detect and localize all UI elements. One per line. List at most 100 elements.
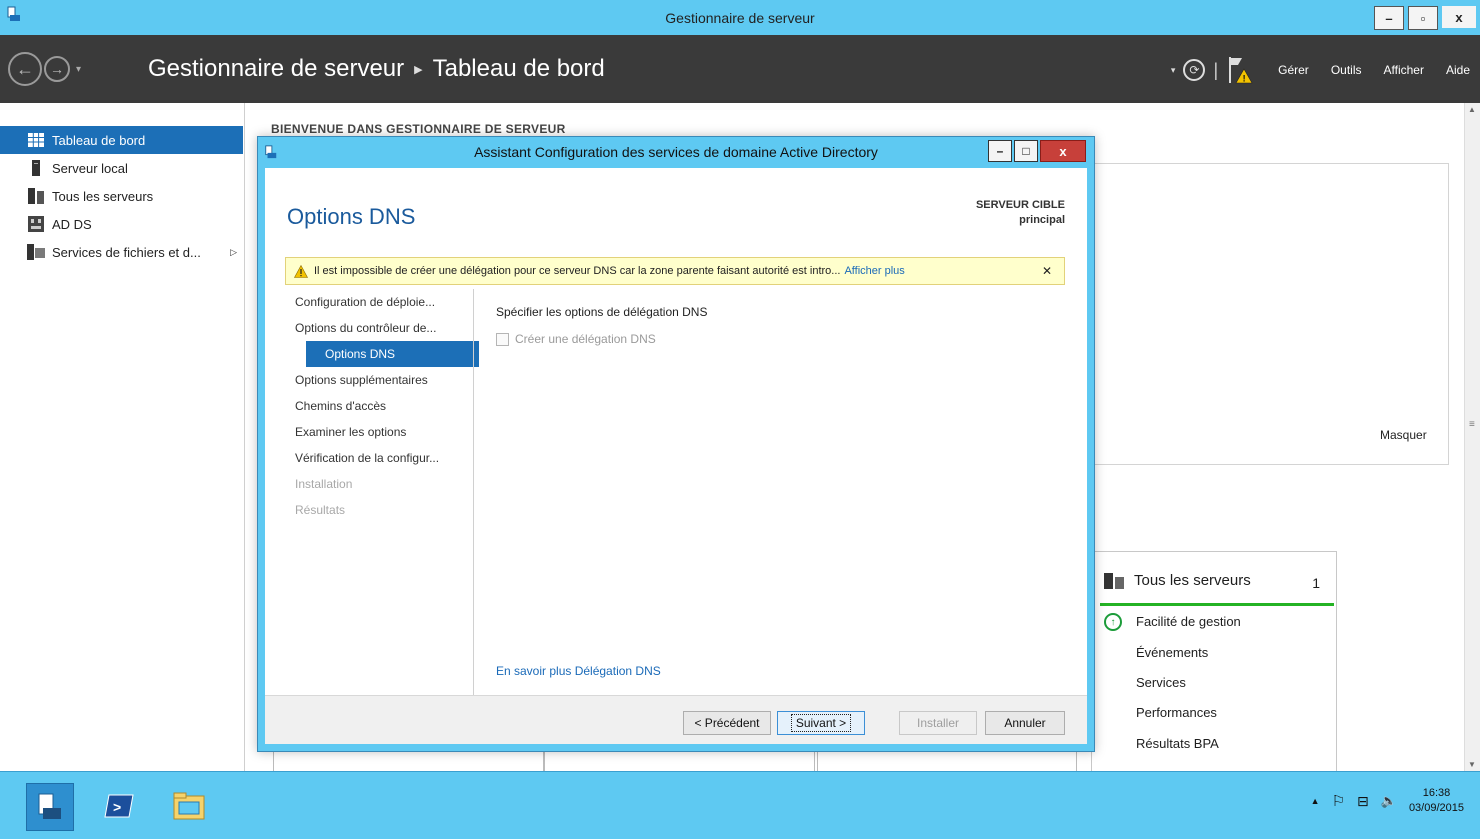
divider: | [1213,59,1219,80]
window-controls: – ▫ x [1374,6,1480,30]
sidebar-item-tableau-de-bord[interactable]: Tableau de bord [0,126,243,154]
welcome-heading: BIENVENUE DANS GESTIONNAIRE DE SERVEUR [271,122,566,136]
server-card-row-performance[interactable]: Performances [1136,705,1217,720]
server-card-row-events[interactable]: Événements [1136,645,1208,660]
dialog-minimize-button[interactable]: – [988,140,1012,162]
sidebar-item-label: Serveur local [52,160,128,176]
dashboard-grid-icon [26,130,46,150]
back-button[interactable]: ← [8,52,42,86]
wizard-step[interactable]: Options du contrôleur de... [295,315,473,341]
navigation-buttons: ← → ▾ [8,52,81,86]
clock-date: 03/09/2015 [1408,802,1464,814]
next-button[interactable]: Suivant > [777,711,865,735]
wizard-step[interactable]: Options supplémentaires [295,367,473,393]
next-button-label: Suivant > [790,714,852,732]
sidebar: Tableau de bord Serveur local Tous les s… [0,103,245,771]
sidebar-item-services-fichiers[interactable]: Services de fichiers et d... ▷ [0,238,243,266]
wizard-step[interactable]: Configuration de déploie... [295,289,473,315]
close-button[interactable]: x [1442,6,1476,28]
history-dropdown-icon[interactable]: ▾ [76,64,81,75]
wizard-app-icon [265,145,277,159]
adds-icon [26,214,46,234]
install-button[interactable]: Installer [899,711,977,735]
target-server: SERVEUR CIBLE principal [976,198,1065,228]
wizard-step[interactable]: Chemins d'accès [295,393,473,419]
minimize-button[interactable]: – [1374,6,1404,30]
server-card-row-services[interactable]: Services [1136,675,1186,690]
server-count: 1 [1312,575,1320,591]
refresh-group: ▾ ⟳ | ! [1171,55,1256,85]
network-icon[interactable]: ⊟ [1357,793,1369,810]
show-hidden-icons-icon[interactable]: ▲ [1311,796,1320,806]
taskbar-server-manager[interactable] [26,783,74,831]
all-servers-card[interactable]: Tous les serveurs 1 ↑ Facilité de gestio… [1091,551,1337,773]
taskbar-file-explorer[interactable] [166,783,212,829]
clock[interactable]: 16:38 03/09/2015 [1409,786,1464,816]
refresh-icon[interactable]: ⟳ [1183,59,1206,81]
dialog-body: Options DNS SERVEUR CIBLE principal Il e… [265,168,1087,712]
sidebar-item-label: Tous les serveurs [52,188,154,204]
status-ok-icon: ↑ [1104,613,1122,631]
taskbar: > ▲ ⚐ ⊟ 🔈 16:38 03/09/2015 [0,771,1480,839]
wizard-step-active[interactable]: Options DNS [306,341,479,367]
section-title: Spécifier les options de délégation DNS [496,305,708,319]
cancel-button[interactable]: Annuler [985,711,1065,735]
taskbar-powershell[interactable]: > [96,783,142,829]
dismiss-warning-icon[interactable]: ✕ [1042,264,1052,278]
server-card-row-manageability[interactable]: Facilité de gestion [1136,614,1241,629]
menu-gerer[interactable]: Gérer [1278,63,1309,77]
status-bar [1100,603,1334,606]
hide-welcome-link[interactable]: Masquer [1380,428,1427,442]
sidebar-item-label: Services de fichiers et d... [52,244,201,260]
notifications-flag-warning-icon[interactable]: ! [1226,55,1256,85]
servers-icon [26,186,46,206]
breadcrumb-root[interactable]: Gestionnaire de serveur [148,55,404,83]
warning-text: Il est impossible de créer une délégatio… [314,265,841,277]
create-dns-delegation-checkbox[interactable] [496,332,509,346]
server-card-title[interactable]: Tous les serveurs [1104,572,1251,589]
sidebar-item-serveur-local[interactable]: Serveur local [0,154,243,182]
server-icon [26,158,46,178]
powershell-icon: > [104,794,134,818]
clock-time: 16:38 [1422,787,1451,799]
dialog-close-button[interactable]: x [1040,140,1086,162]
svg-text:>: > [113,799,121,815]
breadcrumb-current: Tableau de bord [432,55,605,82]
dialog-title-bar[interactable]: Assistant Configuration des services de … [258,137,1094,167]
menu-aide[interactable]: Aide [1446,63,1470,77]
previous-button[interactable]: < Précédent [683,711,771,735]
scroll-up-icon[interactable]: ▲ [1468,105,1476,114]
wizard-step[interactable]: Vérification de la configur... [295,445,473,471]
wizard-step[interactable]: Examiner les options [295,419,473,445]
main-scrollbar[interactable]: ▲ ≡ ▼ [1464,103,1480,771]
system-tray: ▲ ⚐ ⊟ 🔈 16:38 03/09/2015 [1311,786,1464,816]
sidebar-item-tous-les-serveurs[interactable]: Tous les serveurs [0,182,243,210]
wizard-steps: Configuration de déploie... Options du c… [295,289,479,523]
show-more-link[interactable]: Afficher plus [844,265,904,277]
menu-afficher[interactable]: Afficher [1384,63,1424,77]
checkbox-label: Créer une délégation DNS [515,332,656,346]
dialog-maximize-button[interactable]: □ [1014,140,1038,162]
target-server-label: SERVEUR CIBLE [975,199,1065,211]
refresh-dropdown-icon[interactable]: ▾ [1171,65,1176,76]
volume-muted-icon[interactable]: 🔈 [1381,793,1397,809]
server-card-row-bpa[interactable]: Résultats BPA [1136,736,1219,751]
sidebar-item-label: Tableau de bord [52,132,146,148]
svg-text:!: ! [1243,74,1246,84]
action-center-flag-icon[interactable]: ⚐ [1332,792,1345,810]
dialog-title: Assistant Configuration des services de … [474,144,878,160]
server-manager-icon [38,793,61,819]
expand-arrow-icon[interactable]: ▷ [230,247,237,258]
scroll-down-icon[interactable]: ▼ [1468,760,1476,769]
scroll-grip-icon[interactable]: ≡ [1469,419,1475,430]
sidebar-item-ad-ds[interactable]: AD DS [0,210,243,238]
menu-outils[interactable]: Outils [1331,63,1362,77]
forward-button[interactable]: → [44,56,70,82]
dialog-window-controls: – □ x [988,140,1086,162]
header-menu: ▾ ⟳ | ! Gérer Outils Afficher Aide [1171,55,1470,85]
learn-more-link[interactable]: En savoir plus Délégation DNS [496,664,661,678]
wizard-step-disabled: Résultats [295,503,346,517]
maximize-button[interactable]: ▫ [1408,6,1438,30]
page-title: Options DNS [287,204,416,229]
breadcrumb-separator-icon: ▶ [414,63,423,76]
